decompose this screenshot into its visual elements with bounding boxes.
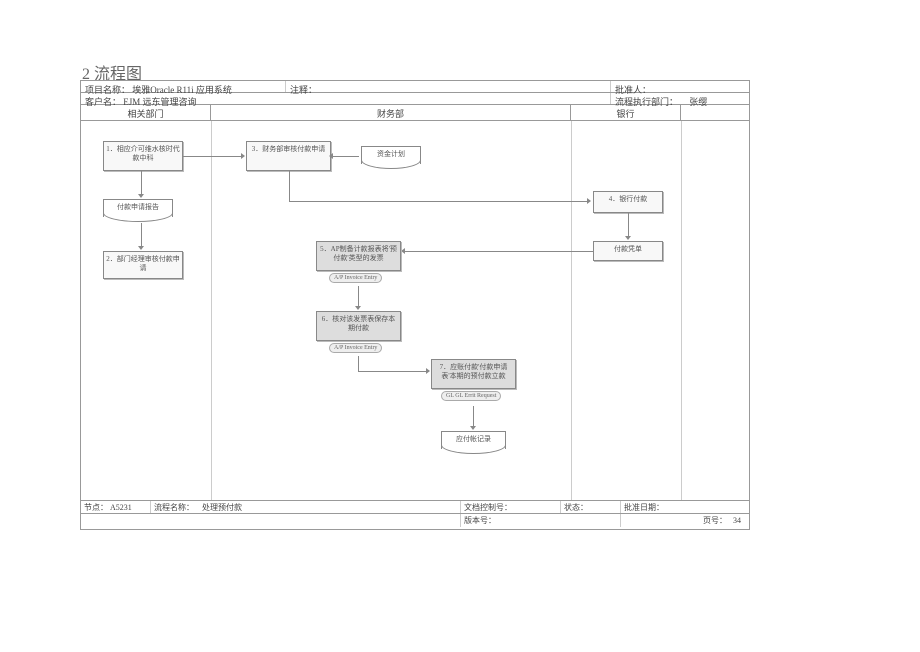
client-cell: 客户名： EJM 远东管理咨询 <box>81 93 611 104</box>
arrow-head-4-6 <box>587 198 591 204</box>
arrow-head-9-10 <box>426 368 430 374</box>
arrow-9-down <box>358 356 359 371</box>
footer-version: 版本号： <box>461 514 621 527</box>
arrow-8-9 <box>358 286 359 308</box>
arrow-6-7 <box>628 213 629 238</box>
arrow-doc-2 <box>141 223 142 248</box>
arrow-1-4 <box>183 156 243 157</box>
lane-header-1: 相关部门 <box>81 105 211 120</box>
tag-9: A/P Invoice Entry <box>329 343 382 353</box>
footer-empty <box>81 514 461 527</box>
arrow-10-11 <box>473 406 474 428</box>
lane-header-3: 银行 <box>571 105 681 120</box>
box-8: 5．AP制备计款报表将'预付款'类型的发票 <box>316 241 401 271</box>
arrow-4-down <box>289 171 290 201</box>
node-label: 节点： <box>84 503 108 512</box>
footer-row-2: 版本号： 页号： 34 <box>81 514 749 527</box>
footer-row-1: 节点： A5231 流程名称： 处理预付款 文档控制号： 状态： 批准日期： <box>81 501 749 514</box>
footer-page: 页号： 34 <box>621 514 749 527</box>
node-value: A5231 <box>110 503 132 512</box>
page-value: 34 <box>733 516 741 525</box>
footer-flow: 流程名称： 处理预付款 <box>151 501 461 513</box>
version-label: 版本号： <box>464 516 496 525</box>
status-label: 状态： <box>564 503 588 512</box>
doc-fund-plan: 资金计划 <box>361 146 421 164</box>
tag-10: GL GL Errit Request <box>441 391 501 401</box>
project-cell: 项目名称： 埃雅Oracle R11i 应用系统 <box>81 81 286 92</box>
docctrl-label: 文档控制号： <box>464 503 512 512</box>
lane-divider-1 <box>211 121 212 500</box>
arrow-plan-4 <box>331 156 359 157</box>
arrow-head-1 <box>138 194 144 198</box>
box-6: 4．银行付款 <box>593 191 663 213</box>
flowchart-frame: 项目名称： 埃雅Oracle R11i 应用系统 注释： 批准人： 客户名： E… <box>80 80 750 530</box>
arrow-head-1-4 <box>241 153 245 159</box>
note-cell: 注释： <box>286 81 611 92</box>
arrow-head-2 <box>138 246 144 250</box>
swimlane-headers: 相关部门 财务部 银行 <box>81 105 749 121</box>
footer-docctrl: 文档控制号： <box>461 501 561 513</box>
lane-header-4 <box>681 105 749 120</box>
lane-divider-3 <box>681 121 682 500</box>
approver-cell: 批准人： <box>611 81 749 92</box>
box-7: 付款凭单 <box>593 241 663 261</box>
flow-value: 处理预付款 <box>202 503 242 512</box>
arrow-head-plan <box>329 153 333 159</box>
doc-ap-record: 应付帐记录 <box>441 431 506 449</box>
lane-header-2: 财务部 <box>211 105 571 120</box>
approve-date-label: 批准日期： <box>624 503 664 512</box>
arrow-9-right <box>358 371 428 372</box>
swimlane-body: 1．相应介可维水核时代款中科 付款申请报告 2．部门经理审核付款申请 3．财务部… <box>81 121 749 501</box>
arrow-4-right <box>289 201 589 202</box>
box-9: 6．核对该发票表保存本期付款 <box>316 311 401 341</box>
footer-approve-date: 批准日期： <box>621 501 749 513</box>
arrow-1-doc <box>141 171 142 196</box>
arrow-head-7-8 <box>401 248 405 254</box>
box-4: 3．财务部审核付款申请 <box>246 141 331 171</box>
exec-dept-cell: 流程执行部门： 张缨 <box>611 93 749 104</box>
header-row-1: 项目名称： 埃雅Oracle R11i 应用系统 注释： 批准人： <box>81 81 749 93</box>
page-label: 页号： <box>703 516 727 525</box>
box-2: 2．部门经理审核付款申请 <box>103 251 183 279</box>
arrow-head-10-11 <box>470 426 476 430</box>
box-1: 1．相应介可维水核时代款中科 <box>103 141 183 171</box>
tag-8: A/P Invoice Entry <box>329 273 382 283</box>
footer-node: 节点： A5231 <box>81 501 151 513</box>
header-row-2: 客户名： EJM 远东管理咨询 流程执行部门： 张缨 <box>81 93 749 105</box>
flow-label: 流程名称： <box>154 503 194 512</box>
doc-payment-request: 付款申请报告 <box>103 199 173 217</box>
arrow-7-8 <box>403 251 593 252</box>
arrow-head-6-7 <box>625 236 631 240</box>
arrow-head-8-9 <box>355 306 361 310</box>
footer-status: 状态： <box>561 501 621 513</box>
box-10: 7．应账付款'付款申请表'本期的预付款立款 <box>431 359 516 389</box>
lane-divider-2 <box>571 121 572 500</box>
